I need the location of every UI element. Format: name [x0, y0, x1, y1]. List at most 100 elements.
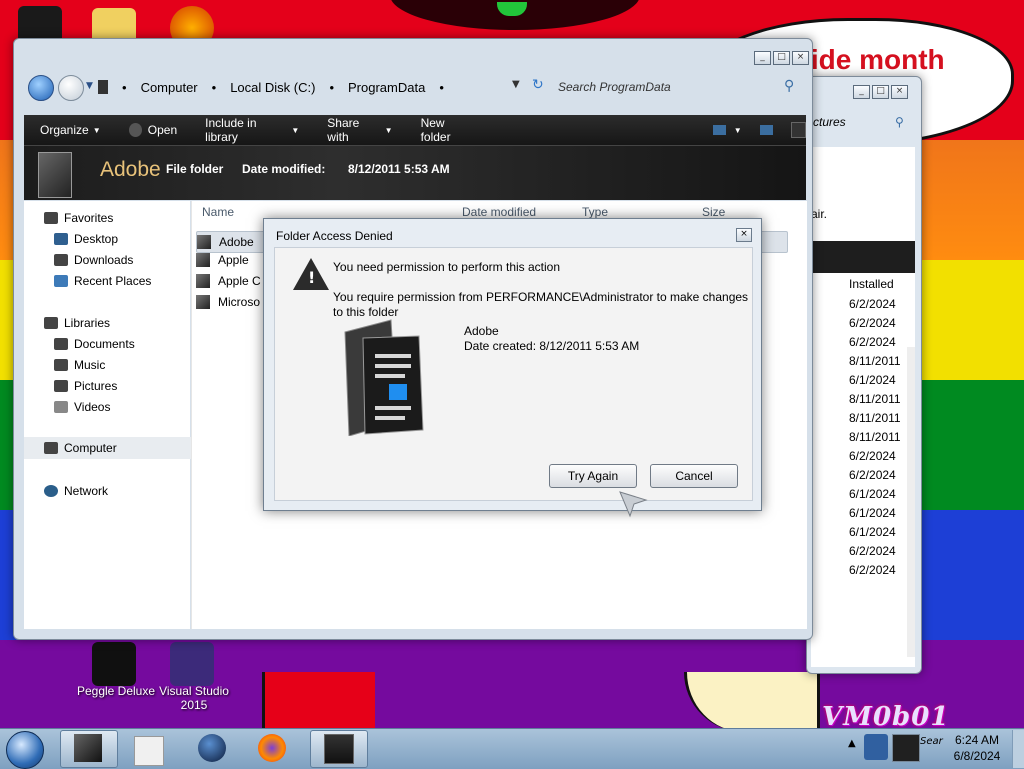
nav-videos[interactable]: Videos: [54, 400, 110, 414]
show-desktop-button[interactable]: [1012, 730, 1024, 768]
tray-app-icon[interactable]: [864, 734, 888, 760]
details-date-label: Date modified:: [242, 162, 326, 176]
include-in-library-menu[interactable]: Include in library: [205, 116, 287, 144]
search-icon[interactable]: ⚲: [784, 78, 794, 94]
column-installed[interactable]: Installed: [849, 277, 894, 291]
peggle-deluxe-icon[interactable]: [92, 642, 136, 686]
wallpaper-character-body: [262, 672, 375, 732]
breadcrumb-programdata[interactable]: ProgramData: [348, 80, 425, 95]
scrollbar[interactable]: [907, 347, 915, 657]
search-icon[interactable]: ⚲: [895, 115, 904, 129]
close-icon[interactable]: ×: [792, 51, 809, 65]
details-date-value: 8/12/2011 5:53 AM: [348, 162, 450, 176]
firefox-icon[interactable]: [258, 734, 286, 762]
background-window[interactable]: _ □ × ctures ⚲ air. Installed 6/2/2024 6…: [806, 76, 922, 674]
list-item: 6/2/2024: [849, 544, 896, 558]
recent-places-icon: [54, 275, 68, 287]
browser-icon[interactable]: [198, 734, 226, 762]
clock[interactable]: 6:24 AM 6/8/2024: [944, 732, 1010, 764]
table-row[interactable]: Apple: [196, 253, 249, 267]
desktop-icon-label-visual-studio-year[interactable]: 2015: [154, 698, 234, 712]
desktop-icon-label-peggle[interactable]: Peggle Deluxe: [76, 684, 156, 698]
list-item: 8/11/2011: [849, 354, 901, 368]
address-dropdown-icon[interactable]: ▼: [512, 79, 520, 90]
help-icon[interactable]: [790, 122, 806, 138]
desktop-icon-label-visual-studio[interactable]: Visual Studio: [154, 684, 234, 698]
try-again-button[interactable]: Try Again: [549, 464, 637, 488]
nav-downloads[interactable]: Downloads: [54, 253, 133, 267]
star-icon: [44, 212, 58, 224]
nav-music[interactable]: Music: [54, 358, 105, 372]
view-options-icon[interactable]: [712, 125, 726, 135]
breadcrumb[interactable]: • Computer • Local Disk (C:) • ProgramDa…: [98, 75, 518, 99]
dialog-body: ! You need permission to perform this ac…: [274, 247, 753, 501]
open-button[interactable]: Open: [148, 123, 177, 137]
documents-icon: [54, 338, 68, 350]
nav-label: Desktop: [74, 232, 119, 246]
explorer-icon: [74, 734, 102, 762]
dialog-folder-name: Adobe: [464, 324, 499, 338]
list-item: 6/2/2024: [849, 316, 896, 330]
open-icon: [128, 123, 142, 137]
preview-pane-icon[interactable]: [759, 125, 773, 135]
minimize-icon[interactable]: _: [754, 51, 771, 65]
search-input[interactable]: Search ProgramData: [558, 75, 798, 99]
column-date-modified[interactable]: Date modified: [462, 205, 536, 219]
nav-pictures[interactable]: Pictures: [54, 379, 117, 393]
chevron-down-icon[interactable]: ▼: [734, 126, 742, 135]
search-field[interactable]: ctures: [813, 115, 846, 129]
list-item: 6/1/2024: [849, 506, 896, 520]
organize-menu[interactable]: Organize: [40, 123, 89, 137]
column-name[interactable]: Name: [202, 205, 234, 219]
desktop-icon: [54, 233, 68, 245]
file-name: Microso: [218, 295, 261, 309]
breadcrumb-local-disk[interactable]: Local Disk (C:): [230, 80, 315, 95]
minimize-icon[interactable]: _: [853, 85, 870, 99]
nav-libraries[interactable]: Libraries: [44, 316, 110, 330]
folder-icon: [197, 235, 211, 249]
dialog-detail: You require permission from PERFORMANCE\…: [333, 290, 749, 319]
nav-label: Music: [74, 358, 106, 372]
dialog-heading: You need permission to perform this acti…: [333, 260, 561, 274]
table-row[interactable]: Apple C: [196, 274, 261, 288]
table-row[interactable]: Microso: [196, 295, 260, 309]
tray-app-icon[interactable]: [892, 734, 920, 762]
breadcrumb-computer[interactable]: Computer: [141, 80, 198, 95]
window-controls: _ □ ×: [754, 51, 809, 65]
nav-desktop[interactable]: Desktop: [54, 232, 118, 246]
close-icon[interactable]: ×: [891, 85, 908, 99]
column-size[interactable]: Size: [702, 205, 725, 219]
nav-network[interactable]: Network: [44, 484, 108, 498]
nav-computer[interactable]: Computer: [24, 437, 200, 459]
refresh-icon[interactable]: ↻: [532, 77, 544, 93]
pictures-icon: [54, 380, 68, 392]
folder-icon: [196, 253, 210, 267]
folder-access-denied-dialog[interactable]: Folder Access Denied × ! You need permis…: [263, 218, 762, 511]
details-pane: Adobe File folder Date modified: 8/12/20…: [24, 145, 806, 200]
list-item: 8/11/2011: [849, 392, 901, 406]
cancel-button[interactable]: Cancel: [650, 464, 738, 488]
nav-documents[interactable]: Documents: [54, 337, 135, 351]
separator-icon: •: [122, 79, 127, 95]
forward-button[interactable]: [58, 75, 84, 101]
nav-label: Libraries: [64, 316, 111, 330]
list-item: 6/2/2024: [849, 297, 896, 311]
computer-icon: [44, 442, 58, 454]
start-button[interactable]: [6, 731, 44, 769]
maximize-icon[interactable]: □: [773, 51, 790, 65]
nav-favorites[interactable]: Favorites: [44, 211, 113, 225]
chevron-down-icon[interactable]: ▼: [86, 81, 93, 91]
nav-recent-places[interactable]: Recent Places: [54, 274, 151, 288]
list-item: 6/1/2024: [849, 487, 896, 501]
media-player-icon[interactable]: [134, 736, 164, 766]
visual-studio-icon[interactable]: [170, 642, 214, 686]
back-button[interactable]: [28, 75, 54, 101]
close-icon[interactable]: ×: [736, 228, 752, 242]
share-with-menu[interactable]: Share with: [327, 116, 380, 144]
maximize-icon[interactable]: □: [872, 85, 889, 99]
command-bar: Organize ▼ Open Include in library ▼ Sha…: [24, 115, 806, 145]
nav-label: Recent Places: [74, 274, 152, 288]
new-folder-button[interactable]: New folder: [421, 116, 475, 144]
tray-expand-icon[interactable]: ▲: [848, 738, 856, 749]
column-type[interactable]: Type: [582, 205, 608, 219]
